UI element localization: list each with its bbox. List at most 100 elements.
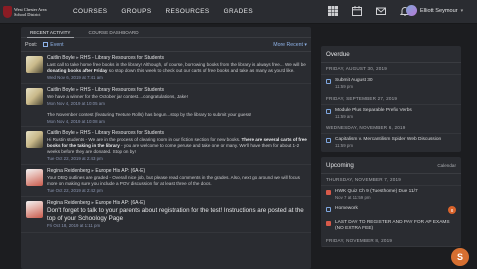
library-course-thumbnail[interactable]	[26, 131, 43, 149]
event-icon	[326, 221, 331, 227]
user-name: Elliott Seymour	[420, 7, 458, 14]
entry-timestamp: Tue Oct 22, 2019 at 2:43 pm	[47, 155, 103, 161]
tab-course-dashboard[interactable]: COURSE DASHBOARD	[80, 27, 148, 37]
item-time: Nov 7 at 11:59 pm	[335, 194, 371, 200]
overdue-item[interactable]: Capitalism v. Mercantilism Spider Web Di…	[321, 134, 461, 152]
more-recent-dropdown[interactable]: More Recent ▾	[273, 42, 307, 48]
author-name[interactable]: Caitlin Boyle	[47, 87, 75, 93]
post-event-label: Event	[50, 41, 64, 48]
author-name[interactable]: Regina Reidenberg	[47, 200, 90, 206]
event-calendar-icon	[43, 42, 49, 47]
author-name[interactable]: Caitlin Boyle	[47, 130, 75, 136]
entry-header: Caitlin Boyle ▸ RHS - Library Resources …	[47, 87, 307, 94]
logo-line-2: School District	[14, 11, 41, 17]
arrow-right-icon: ▸	[76, 55, 79, 61]
upcoming-item[interactable]: Homework 8	[321, 203, 461, 217]
course-name[interactable]: Europe His AP: (6A-E)	[95, 168, 145, 174]
feed-entry: Regina Reidenberg ▸ Europe His AP: (6A-E…	[21, 197, 311, 233]
date-header: FRIDAY, SEPTEMBER 27, 2019	[321, 93, 461, 105]
entry-body: Don't forget to talk to your parents abo…	[47, 207, 304, 223]
entry-timestamp: Mon Nov 4, 2019 at 10:08 am	[47, 118, 105, 124]
entry-body: We have a winner for the October jar con…	[47, 94, 188, 100]
assignment-icon	[326, 108, 331, 114]
feed-entry: Caitlin Boyle ▸ RHS - Library Resources …	[21, 52, 311, 85]
entry-timestamp: Tue Oct 22, 2019 at 2:42 pm	[47, 187, 103, 193]
assignment-icon	[326, 207, 331, 213]
calendar-link[interactable]: Calendar	[437, 163, 456, 168]
user-menu[interactable]: Elliott Seymour ▾	[406, 5, 463, 16]
tab-recent-activity[interactable]: RECENT ACTIVITY	[21, 27, 80, 38]
post-event-button[interactable]: Event	[43, 41, 64, 48]
chevron-down-icon: ▾	[460, 7, 464, 14]
item-title: Homework	[335, 206, 358, 212]
upcoming-card: Upcoming Calendar THURSDAY, NOVEMBER 7, …	[321, 156, 461, 248]
nav-courses[interactable]: COURSES	[73, 8, 107, 15]
date-header: FRIDAY, NOVEMBER 8, 2019	[321, 235, 461, 248]
date-header: WEDNESDAY, NOVEMBER 6, 2019	[321, 122, 461, 135]
date-header: THURSDAY, NOVEMBER 7, 2019	[321, 174, 461, 186]
library-course-thumbnail[interactable]	[26, 88, 43, 106]
nav-groups[interactable]: GROUPS	[121, 8, 151, 15]
calendar-icon[interactable]	[351, 5, 363, 17]
avatar	[406, 5, 417, 16]
item-time: 11:59 am	[335, 113, 353, 119]
nav-resources[interactable]: RESOURCES	[166, 8, 210, 15]
europe-course-thumbnail[interactable]	[26, 201, 43, 219]
author-name[interactable]: Caitlin Boyle	[47, 55, 75, 61]
top-icon-group	[327, 5, 411, 17]
overdue-title: Overdue	[321, 46, 461, 63]
feed-entry: Caitlin Boyle ▸ RHS - Library Resources …	[21, 127, 311, 166]
post-label: Post:	[25, 41, 38, 48]
entry-body: Hi Rustin students - We are in the proce…	[47, 137, 307, 155]
mail-icon[interactable]	[375, 5, 387, 17]
date-header: FRIDAY, AUGUST 30, 2019	[321, 63, 461, 75]
right-column: Overdue FRIDAY, AUGUST 30, 2019 Submit A…	[321, 46, 461, 248]
item-time: 11:59 pm	[335, 143, 353, 149]
post-composer: Post: Event More Recent ▾	[21, 38, 311, 52]
upcoming-item[interactable]: LAST DAY TO REGISTER AND PAY FOR AP EXAM…	[321, 217, 461, 235]
arrow-right-icon: ▸	[76, 130, 79, 137]
entry-header: Caitlin Boyle ▸ RHS - Library Resources …	[47, 130, 307, 137]
entry-body: Last call to take home free books in the…	[47, 62, 306, 73]
entry-header: Regina Reidenberg ▸ Europe His AP: (6A-E…	[47, 200, 307, 207]
district-shield-icon	[3, 5, 12, 18]
entry-timestamp: Wed Nov 6, 2019 at 7:41 am	[47, 74, 103, 80]
main-nav: COURSES GROUPS RESOURCES GRADES	[73, 8, 253, 15]
entry-timestamp: Mon Nov 4, 2019 at 10:05 am	[47, 100, 105, 106]
upcoming-item[interactable]: HWK Quiz Ch 9 (Tuesthome) Due 11/7 Nov 7…	[321, 186, 461, 204]
entry-body: Your DBQ outlines are graded - Overall n…	[47, 175, 300, 187]
count-badge: 8	[448, 206, 456, 215]
course-name[interactable]: RHS - Library Resources for Students	[80, 87, 164, 93]
arrow-right-icon: ▸	[91, 168, 94, 175]
apps-grid-icon[interactable]	[327, 5, 339, 17]
library-course-thumbnail[interactable]	[26, 56, 43, 73]
logo-line-1: West Chester Area	[14, 6, 47, 12]
overdue-item[interactable]: Submit August 30 11:59 pm	[321, 75, 461, 93]
entry-header: Regina Reidenberg ▸ Europe His AP: (6A-E…	[47, 168, 307, 175]
arrow-right-icon: ▸	[91, 200, 94, 207]
entry-header: Caitlin Boyle ▸ RHS - Library Resources …	[47, 55, 307, 62]
item-title: HWK Quiz Ch 9 (Tuesthome) Due 11/7	[335, 188, 418, 194]
upcoming-title: Upcoming Calendar	[321, 157, 461, 174]
event-icon	[326, 189, 331, 195]
course-name[interactable]: Europe His AP: (6A-E)	[95, 200, 145, 206]
assignment-icon	[326, 79, 331, 84]
district-logo[interactable]: West Chester Area School District	[3, 4, 63, 20]
feed-subpost: The November contest (featuring Teeture …	[21, 109, 311, 128]
author-name[interactable]: Regina Reidenberg	[47, 168, 90, 174]
course-name[interactable]: RHS - Library Resources for Students	[80, 130, 164, 136]
europe-course-thumbnail[interactable]	[26, 169, 43, 187]
feed-entry: Caitlin Boyle ▸ RHS - Library Resources …	[21, 84, 311, 109]
course-name[interactable]: RHS - Library Resources for Students	[80, 55, 164, 61]
entry-timestamp: Fri Oct 18, 2019 at 1:11 pm	[47, 223, 101, 229]
arrow-right-icon: ▸	[76, 87, 79, 94]
item-time: 11:59 pm	[335, 84, 353, 89]
help-launcher-button[interactable]: S	[451, 248, 469, 266]
item-title: LAST DAY TO REGISTER AND PAY FOR AP EXAM…	[335, 220, 450, 232]
feed-entry: Regina Reidenberg ▸ Europe His AP: (6A-E…	[21, 165, 311, 198]
overdue-item[interactable]: Module Plus Separable Prefix Verbs 11:59…	[321, 105, 461, 123]
activity-feed: RECENT ACTIVITY COURSE DASHBOARD Post: E…	[21, 27, 311, 269]
top-navigation: West Chester Area School District COURSE…	[0, 0, 477, 24]
discussion-icon	[326, 138, 331, 144]
nav-grades[interactable]: GRADES	[224, 8, 253, 15]
